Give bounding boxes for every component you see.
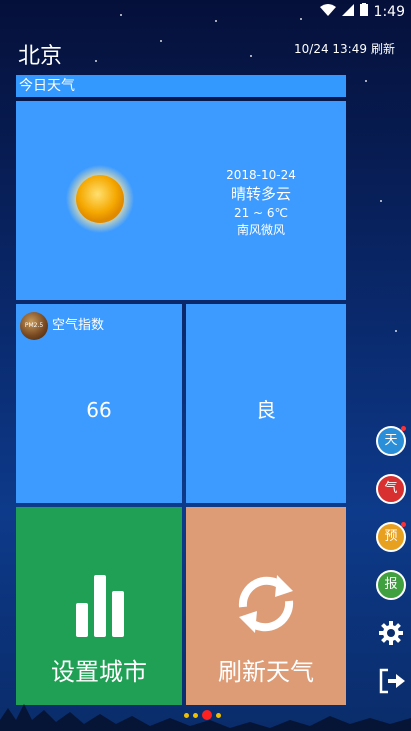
city-name: 北京 xyxy=(18,44,63,69)
temperature-range: 21 ~ 6℃ xyxy=(233,205,289,220)
weather-summary: 2018-10-24 晴转多云 21 ~ 6℃ 南风微风 xyxy=(201,167,321,238)
refresh-weather-label: 刷新天气 xyxy=(218,658,314,686)
bar-chart-icon xyxy=(76,575,126,637)
side-button-qi[interactable]: 气 xyxy=(376,474,406,504)
page-dot xyxy=(184,712,189,718)
today-weather-header: 今日天气 xyxy=(16,75,346,97)
weather-date: 2018-10-24 xyxy=(226,168,296,182)
sunny-icon xyxy=(66,165,134,233)
wifi-icon xyxy=(319,3,336,20)
air-index-tile: PM2.5 空气指数 66 xyxy=(16,304,182,503)
set-city-button[interactable]: 设置城市 xyxy=(16,507,182,705)
air-grade-tile: 良 xyxy=(186,304,346,503)
refresh-link[interactable]: 刷新 xyxy=(371,40,395,57)
settings-gear-icon[interactable] xyxy=(378,620,404,646)
page-dot-active xyxy=(202,710,212,720)
set-city-label: 设置城市 xyxy=(51,658,147,686)
update-time: 10/24 13:49 xyxy=(294,41,367,56)
side-button-yu[interactable]: 预 xyxy=(376,522,406,552)
signal-icon xyxy=(341,3,354,20)
refresh-weather-button[interactable]: 刷新天气 xyxy=(186,507,346,705)
page-indicator xyxy=(184,710,221,720)
notification-dot xyxy=(401,522,406,527)
air-index-label: 空气指数 xyxy=(52,318,105,333)
side-button-tian[interactable]: 天 xyxy=(376,426,406,456)
air-grade-value: 良 xyxy=(256,398,276,422)
weather-condition: 晴转多云 xyxy=(230,184,291,203)
status-bar: 1:49 xyxy=(0,0,411,24)
pm25-icon: PM2.5 xyxy=(20,312,48,340)
wind-info: 南风微风 xyxy=(236,222,285,237)
update-info: 10/24 13:49 刷新 xyxy=(294,40,395,57)
side-button-bao[interactable]: 报 xyxy=(376,570,406,600)
status-time: 1:49 xyxy=(373,3,405,20)
notification-dot xyxy=(401,426,406,431)
today-weather-tile: 2018-10-24 晴转多云 21 ~ 6℃ 南风微风 xyxy=(16,101,346,300)
battery-icon xyxy=(359,3,368,20)
air-index-value: 66 xyxy=(86,398,112,422)
page-dot xyxy=(193,712,198,718)
refresh-icon xyxy=(238,575,294,633)
page-dot xyxy=(216,712,221,718)
